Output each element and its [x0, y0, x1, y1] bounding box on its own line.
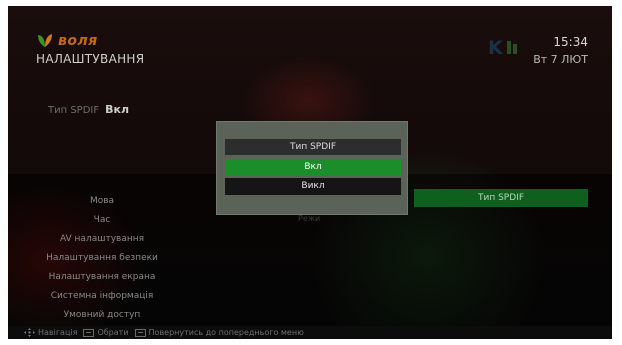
arrows-icon	[24, 328, 35, 337]
spdif-dialog: Тип SPDIF Вкл Викл	[216, 121, 408, 215]
back-hint: Повернутись до попереднього меню	[148, 328, 304, 337]
current-setting-value: Вкл	[105, 103, 130, 116]
menu-item-conditional-access[interactable]: Умовний доступ	[18, 306, 186, 325]
settings-menu: Мова Час AV налаштування Налаштування бе…	[18, 192, 186, 325]
brand-name: воля	[58, 33, 98, 49]
option-off[interactable]: Викл	[225, 178, 401, 195]
menu-item-av-settings[interactable]: AV налаштування	[18, 230, 186, 249]
clock: 15:34	[553, 35, 588, 49]
tv-screen: воля НАЛАШТУВАННЯ K 15:34 Вт 7 ЛЮТ Тип S…	[8, 6, 612, 339]
page-title: НАЛАШТУВАННЯ	[36, 52, 145, 66]
menu-item-security[interactable]: Налаштування безпеки	[18, 249, 186, 268]
menu-item-screen[interactable]: Налаштування екрана	[18, 268, 186, 287]
menu-item-language[interactable]: Мова	[18, 192, 186, 211]
select-hint: Обрати	[97, 328, 129, 337]
help-bar: Навігація Обрати Повернутись до попередн…	[8, 326, 612, 339]
date: Вт 7 ЛЮТ	[533, 53, 588, 66]
navigate-hint: Навігація	[38, 328, 78, 337]
option-on[interactable]: Вкл	[225, 159, 401, 176]
menu-item-time[interactable]: Час	[18, 211, 186, 230]
menu-item-system-info[interactable]: Системна інформація	[18, 287, 186, 306]
leaf-logo-icon	[38, 34, 52, 47]
current-setting-label: Тип SPDIF	[48, 105, 100, 116]
channel-logo-icon: K	[488, 37, 517, 58]
svg-text:K: K	[488, 37, 504, 58]
ok-button-icon	[83, 328, 95, 337]
dialog-title: Тип SPDIF	[225, 139, 401, 155]
current-setting: Тип SPDIF Вкл	[48, 103, 129, 116]
back-button-icon	[134, 328, 146, 337]
submenu-item-mode: Режи	[298, 214, 321, 223]
brand-logo: воля	[36, 33, 98, 49]
submenu-item-spdif[interactable]: Тип SPDIF	[414, 189, 588, 207]
